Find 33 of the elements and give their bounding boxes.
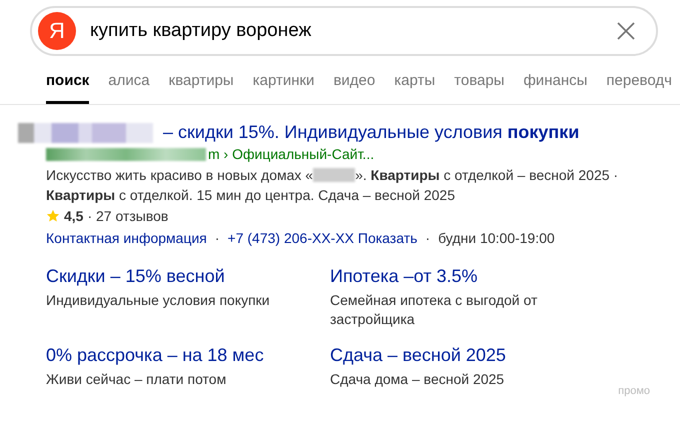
phone-link[interactable]: +7 (473) 206-XX-XX Показать xyxy=(228,230,418,246)
separator-dot: · xyxy=(214,230,220,246)
reviews-count: · 27 отзывов xyxy=(87,208,168,224)
sitelink-text: Живи сейчас – плати потом xyxy=(46,370,228,389)
search-tab[interactable]: поиск xyxy=(46,70,90,104)
star-icon xyxy=(46,209,60,223)
rating-value: 4,5 xyxy=(64,208,84,224)
result-url[interactable]: m › Официальный-Сайт... xyxy=(208,146,374,162)
search-tab[interactable]: алиса xyxy=(108,70,150,104)
search-tab[interactable]: переводч xyxy=(606,70,672,104)
clear-icon[interactable] xyxy=(616,21,636,41)
sitelink-title[interactable]: Скидки – 15% весной xyxy=(46,266,330,287)
search-tab[interactable]: квартиры xyxy=(168,70,234,104)
description-text: Искусство жить красиво в новых домах « ». Квартиры с отделкой – весной 2025 · Квартиры с отделкой. 15 мин до центра. Сдача – весной 2025 xyxy=(46,166,620,205)
result-title-link[interactable]: – скидки 15%. Индивидуальные условия покупки xyxy=(163,122,580,143)
sitelink-title[interactable]: Ипотека –от 3.5% xyxy=(330,266,630,287)
sitelink-title[interactable]: Сдача – весной 2025 xyxy=(330,345,630,366)
sitelink-text: Сдача дома – весной 2025 xyxy=(330,370,506,389)
sitelink-text: Индивидуальные условия покупки xyxy=(46,291,271,310)
search-tab[interactable]: картинки xyxy=(252,70,314,104)
sitelink-text: Семейная ипотека с выгодой от застройщика xyxy=(330,291,538,329)
working-hours: будни 10:00-19:00 xyxy=(438,230,555,246)
sitelink-title[interactable]: 0% рассрочка – на 18 мес xyxy=(46,345,330,366)
logo-icon[interactable]: Я xyxy=(38,12,76,50)
contact-link[interactable]: Контактная информация xyxy=(46,230,207,246)
search-tab[interactable]: видео xyxy=(333,70,376,104)
search-tab[interactable]: карты xyxy=(394,70,436,104)
search-query: купить квартиру воронеж xyxy=(90,20,312,42)
separator-dot: · xyxy=(425,230,430,246)
search-tab[interactable]: финансы xyxy=(523,70,588,104)
search-tab[interactable]: товары xyxy=(454,70,504,104)
promo-label: промо xyxy=(618,385,650,397)
search-field[interactable]: Я купить квартиру воронеж xyxy=(30,6,658,56)
